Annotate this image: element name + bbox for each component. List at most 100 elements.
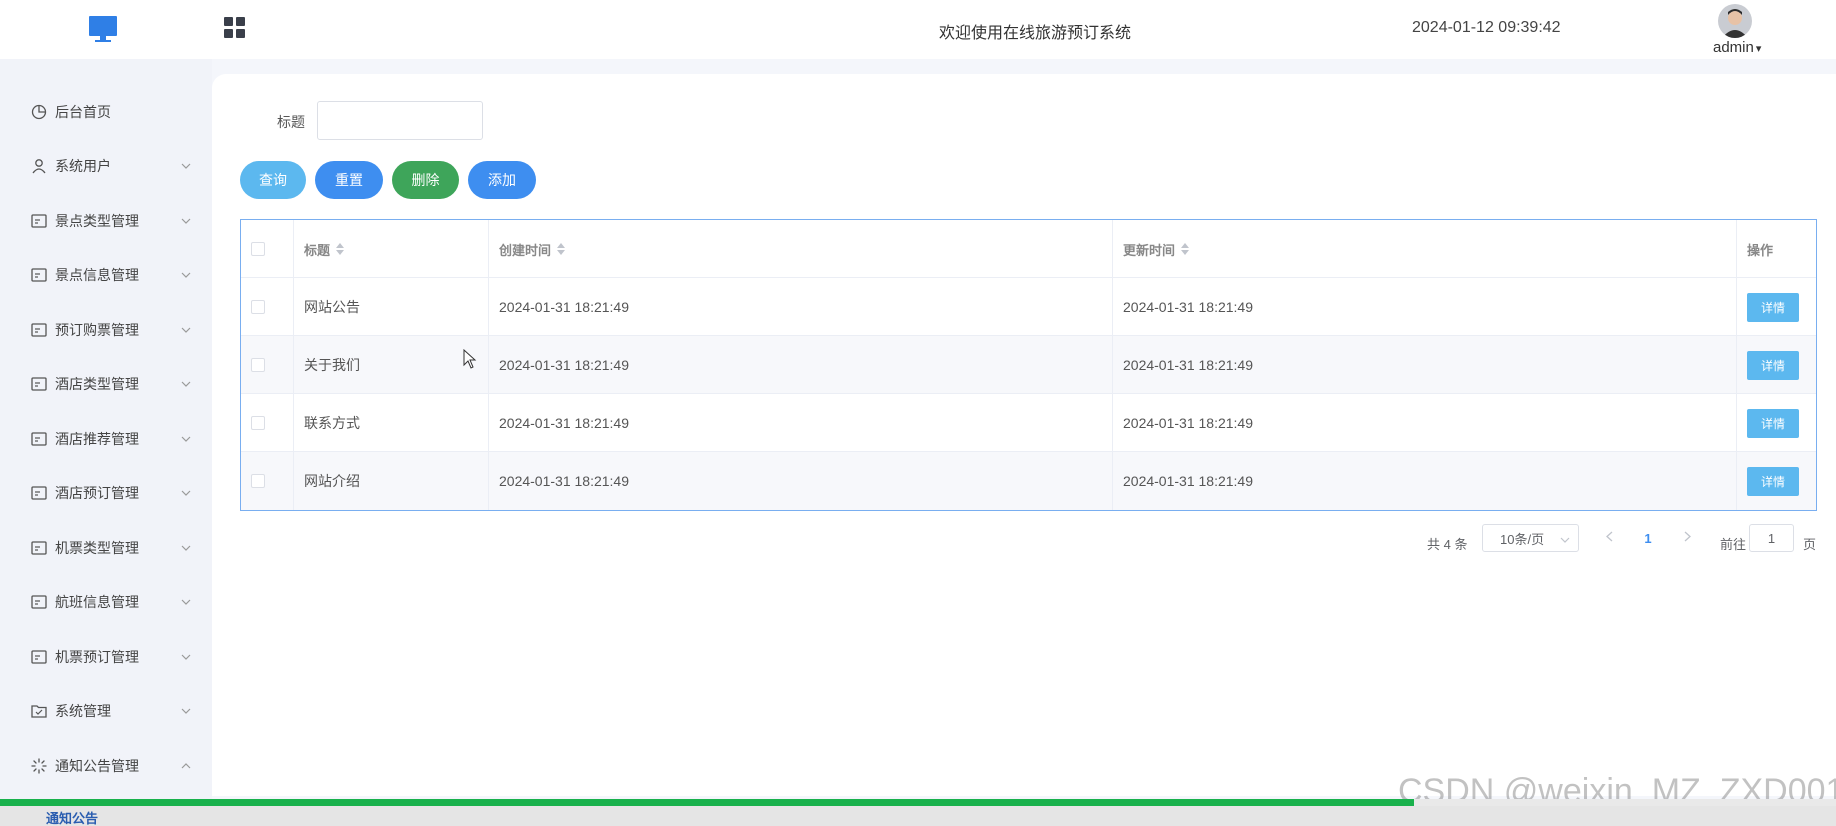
user-icon (30, 157, 48, 175)
table-row: 网站介绍 2024-01-31 18:21:49 2024-01-31 18:2… (241, 452, 1816, 510)
system-title: 欢迎使用在线旅游预订系统 (938, 25, 1131, 42)
detail-button[interactable]: 详情 (1747, 350, 1799, 380)
sidebar-item-spot-info[interactable]: 景点信息管理 (0, 254, 212, 296)
cell-created: 2024-01-31 18:21:49 (489, 278, 1113, 336)
table-row: 关于我们 2024-01-31 18:21:49 2024-01-31 18:2… (241, 336, 1816, 394)
sidebar-item-ticket-booking[interactable]: 预订购票管理 (0, 309, 212, 351)
page-suffix-label: 页 (1803, 537, 1817, 552)
chevron-left-icon (1605, 529, 1613, 547)
sidebar-item-label: 景点类型管理 (55, 213, 139, 229)
sidebar-item-flight-info[interactable]: 航班信息管理 (0, 581, 212, 623)
card-icon (30, 430, 48, 448)
table-header-row: 标题 创建时间 更新时间 操作 (241, 220, 1816, 278)
sidebar-item-label: 酒店预订管理 (55, 485, 139, 501)
detail-button[interactable]: 详情 (1747, 466, 1799, 496)
cell-created: 2024-01-31 18:21:49 (489, 452, 1113, 510)
tab-notices[interactable]: 通知公告 (46, 808, 98, 826)
cell-title: 关于我们 (294, 336, 489, 394)
sort-icon[interactable] (336, 243, 345, 255)
reset-button[interactable]: 重置 (315, 161, 383, 199)
select-all-checkbox[interactable] (251, 242, 265, 256)
pagination-total: 共 4 条 (1427, 537, 1468, 552)
chevron-down-icon (180, 599, 192, 605)
column-header-operation: 操作 (1747, 242, 1774, 258)
chevron-down-icon (180, 436, 192, 442)
card-icon (30, 484, 48, 502)
card-icon (30, 539, 48, 557)
next-page-button[interactable] (1677, 526, 1697, 550)
sidebar-item-label: 航班信息管理 (55, 594, 139, 610)
goto-page-input[interactable] (1749, 524, 1794, 552)
add-button[interactable]: 添加 (468, 161, 536, 199)
column-header-updated[interactable]: 更新时间 (1113, 220, 1737, 278)
row-checkbox[interactable] (251, 358, 265, 372)
chevron-down-icon (180, 654, 192, 660)
pie-chart-icon (30, 103, 48, 121)
delete-button[interactable]: 删除 (392, 161, 459, 199)
current-datetime: 2024-01-12 09:39:42 (1412, 19, 1561, 36)
mouse-cursor-icon (463, 348, 477, 369)
card-icon (30, 321, 48, 339)
title-filter-input[interactable] (317, 101, 483, 140)
sidebar-item-system-admin[interactable]: 系统管理 (0, 690, 212, 732)
chevron-right-icon (1684, 529, 1691, 547)
sort-icon[interactable] (557, 243, 566, 255)
monitor-icon (88, 14, 118, 44)
sidebar-item-flight-ticket-types[interactable]: 机票类型管理 (0, 527, 212, 569)
bottom-tab-strip: 通知公告 (0, 806, 1836, 826)
top-header: 欢迎使用在线旅游预订系统 2024-01-12 09:39:42 admin ▾ (0, 0, 1836, 59)
sidebar-item-label: 景点信息管理 (55, 267, 139, 283)
loading-icon (30, 757, 48, 775)
row-checkbox[interactable] (251, 300, 265, 314)
chevron-down-icon (1560, 531, 1570, 546)
detail-button[interactable]: 详情 (1747, 408, 1799, 438)
row-checkbox[interactable] (251, 416, 265, 430)
folder-check-icon (30, 702, 48, 720)
loading-progress-bar (0, 799, 1836, 806)
avatar[interactable] (1718, 4, 1752, 38)
table-row: 网站公告 2024-01-31 18:21:49 2024-01-31 18:2… (241, 278, 1816, 336)
cell-title: 网站公告 (294, 278, 489, 336)
column-header-title[interactable]: 标题 (294, 220, 489, 278)
sidebar-item-label: 酒店类型管理 (55, 376, 139, 392)
sidebar-item-dashboard[interactable]: 后台首页 (0, 91, 212, 133)
sidebar-item-hotel-recommend[interactable]: 酒店推荐管理 (0, 418, 212, 460)
main-content: 标题 查询 重置 删除 添加 标题 创建时间 更新时间 操作 网站公告 2024… (212, 74, 1836, 796)
sort-icon[interactable] (1181, 243, 1190, 255)
query-button[interactable]: 查询 (240, 161, 306, 199)
chevron-down-icon: ▾ (1755, 43, 1762, 55)
sidebar-item-notices[interactable]: 通知公告管理 (0, 745, 212, 787)
user-menu[interactable]: admin ▾ (1713, 39, 1761, 56)
chevron-down-icon (180, 163, 192, 169)
page-size-select[interactable]: 10条/页 (1482, 524, 1579, 552)
sidebar-item-label: 机票预订管理 (55, 649, 139, 665)
cell-title: 网站介绍 (294, 452, 489, 510)
page-number-current[interactable]: 1 (1638, 526, 1658, 550)
sidebar-item-hotel-booking[interactable]: 酒店预订管理 (0, 472, 212, 514)
sidebar-item-label: 系统用户 (55, 158, 111, 174)
column-header-created[interactable]: 创建时间 (489, 220, 1113, 278)
goto-label: 前往 (1720, 537, 1747, 552)
card-icon (30, 212, 48, 230)
prev-page-button[interactable] (1599, 526, 1619, 550)
cell-updated: 2024-01-31 18:21:49 (1113, 278, 1737, 336)
detail-button[interactable]: 详情 (1747, 292, 1799, 322)
grid-icon[interactable] (224, 17, 246, 39)
row-checkbox[interactable] (251, 474, 265, 488)
cell-updated: 2024-01-31 18:21:49 (1113, 452, 1737, 510)
username: admin (1713, 39, 1754, 56)
card-icon (30, 593, 48, 611)
cell-created: 2024-01-31 18:21:49 (489, 394, 1113, 452)
sidebar-item-hotel-types[interactable]: 酒店类型管理 (0, 363, 212, 405)
cell-title: 联系方式 (294, 394, 489, 452)
chevron-down-icon (180, 327, 192, 333)
sidebar-item-flight-booking[interactable]: 机票预订管理 (0, 636, 212, 678)
chevron-down-icon (180, 272, 192, 278)
chevron-down-icon (180, 490, 192, 496)
sidebar-item-label: 通知公告管理 (55, 758, 139, 774)
chevron-up-icon (180, 763, 192, 769)
table-row: 联系方式 2024-01-31 18:21:49 2024-01-31 18:2… (241, 394, 1816, 452)
sidebar-item-label: 酒店推荐管理 (55, 431, 139, 447)
sidebar-item-spot-types[interactable]: 景点类型管理 (0, 200, 212, 242)
sidebar-item-users[interactable]: 系统用户 (0, 145, 212, 187)
